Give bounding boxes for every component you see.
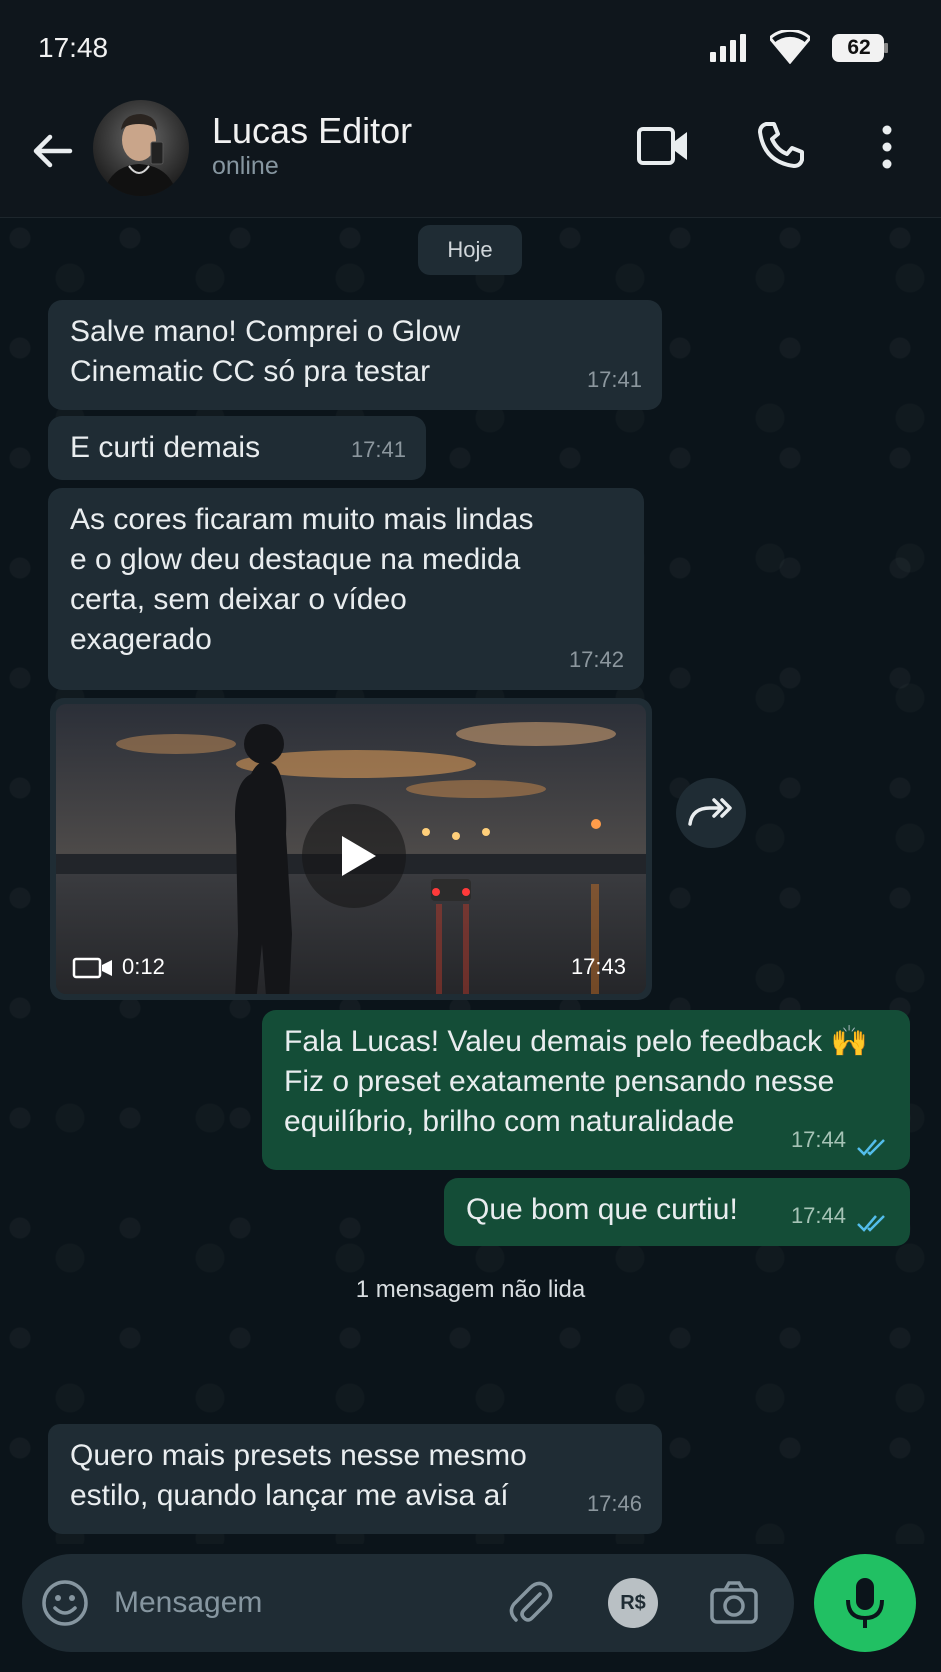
status-bar: 17:48 62	[0, 0, 941, 96]
date-chip: Hoje	[418, 225, 522, 275]
video-duration: 0:12	[122, 954, 165, 979]
message-incoming[interactable]: As cores ficaram muito mais lindas e o g…	[48, 488, 644, 690]
video-call-icon[interactable]	[636, 124, 690, 168]
voice-message-button[interactable]	[814, 1554, 916, 1652]
video-thumbnail[interactable]: 0:12 17:43	[56, 704, 646, 994]
message-time: 17:44	[790, 1127, 846, 1152]
message-input-bar: R$	[22, 1554, 794, 1652]
message-time: 17:41	[350, 437, 406, 462]
message-outgoing[interactable]: Fala Lucas! Valeu demais pelo feedback 🙌…	[262, 1010, 910, 1170]
message-incoming[interactable]: E curti demais 17:41	[48, 416, 426, 480]
message-time: 17:46	[586, 1491, 642, 1516]
battery-level: 62	[847, 36, 871, 59]
wifi-icon	[770, 30, 810, 64]
message-text: Quero mais presets nesse mesmo estilo, q…	[70, 1439, 527, 1512]
message-outgoing[interactable]: Que bom que curtiu! 17:44	[444, 1178, 910, 1246]
forward-button[interactable]	[676, 778, 746, 848]
message-incoming[interactable]: Quero mais presets nesse mesmo estilo, q…	[48, 1424, 662, 1534]
back-arrow-icon[interactable]	[28, 126, 78, 176]
avatar-portrait-icon	[103, 114, 177, 196]
attach-icon[interactable]	[504, 1576, 556, 1628]
emoji-icon[interactable]	[40, 1578, 90, 1628]
payment-icon[interactable]: R$	[608, 1578, 658, 1628]
signal-icon	[710, 34, 746, 62]
chat-area[interactable]: Hoje Salve mano! Comprei o Glow Cinemati…	[0, 218, 941, 1544]
forward-icon	[688, 798, 732, 826]
contact-name[interactable]: Lucas Editor	[212, 110, 412, 152]
video-message[interactable]: 0:12 17:43	[50, 698, 652, 1000]
read-ticks-icon	[857, 1215, 885, 1232]
message-incoming[interactable]: Salve mano! Comprei o Glow Cinematic CC …	[48, 300, 662, 410]
read-ticks-icon	[857, 1139, 885, 1156]
video-camera-icon	[72, 957, 112, 979]
unread-divider: 1 mensagem não lida	[355, 1276, 586, 1303]
camera-icon[interactable]	[708, 1576, 760, 1628]
avatar[interactable]	[93, 100, 189, 196]
message-time: 17:42	[568, 647, 624, 672]
message-time: 17:44	[790, 1203, 846, 1228]
microphone-icon	[846, 1578, 884, 1628]
contact-status: online	[212, 152, 279, 180]
more-options-icon[interactable]	[872, 122, 902, 172]
phone-call-icon[interactable]	[756, 120, 806, 170]
message-time: 17:41	[586, 367, 642, 392]
status-time: 17:48	[38, 32, 109, 63]
chat-header: Lucas Editor online	[0, 96, 941, 218]
message-text: Salve mano! Comprei o Glow Cinematic CC …	[70, 315, 461, 388]
message-text: As cores ficaram muito mais lindas e o g…	[70, 503, 534, 656]
play-button[interactable]	[302, 804, 406, 908]
video-time: 17:43	[570, 954, 626, 979]
message-input[interactable]	[114, 1574, 494, 1632]
play-icon	[342, 836, 376, 876]
